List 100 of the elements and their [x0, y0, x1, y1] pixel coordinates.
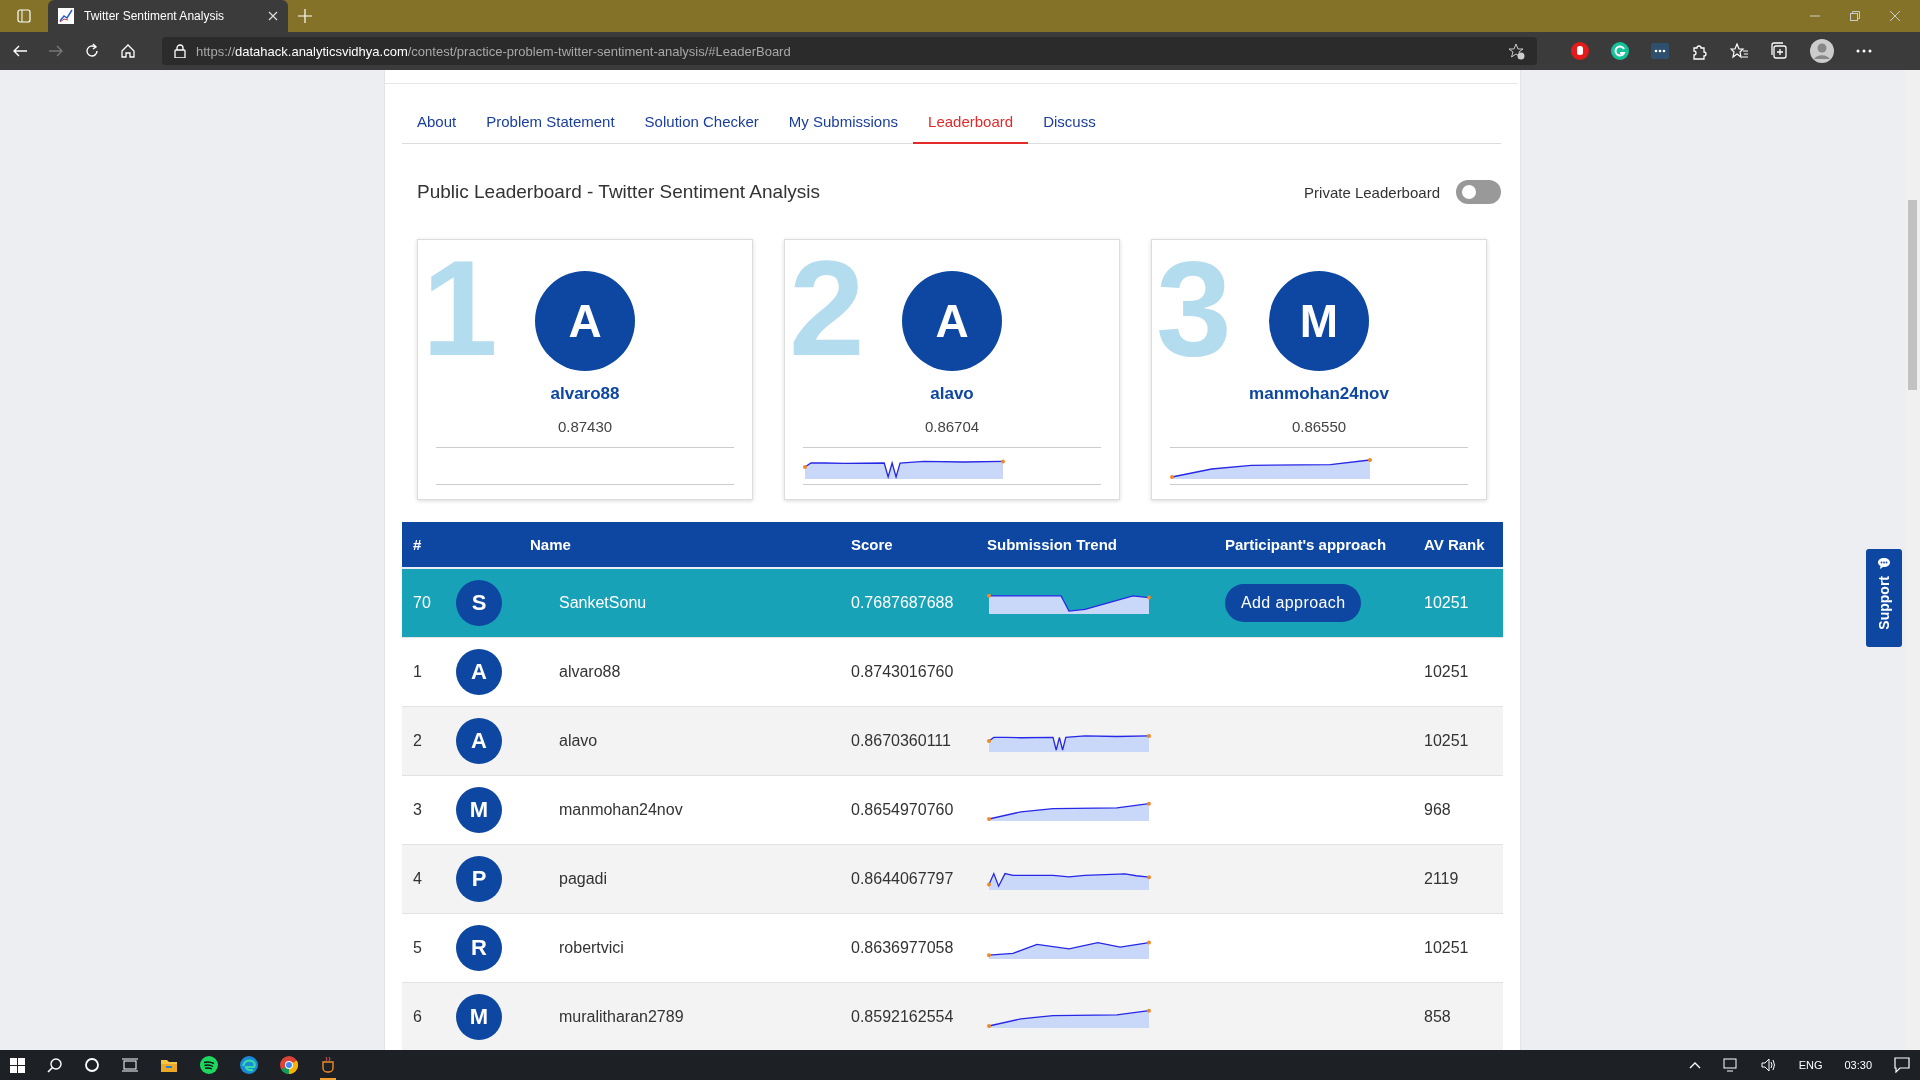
- score-cell-text: 0.8654970760: [851, 801, 955, 819]
- coffee-cup-icon[interactable]: [320, 1055, 336, 1073]
- refresh-icon[interactable]: [84, 43, 100, 59]
- av-rank-cell-text: 10251: [1424, 732, 1470, 750]
- restore-icon[interactable]: [1850, 11, 1860, 21]
- avatar: A: [902, 271, 1002, 371]
- network-icon[interactable]: [1722, 1057, 1739, 1073]
- chat-bubble-icon: [1877, 557, 1891, 570]
- chevron-up-icon[interactable]: [1688, 1060, 1701, 1070]
- rank-cell-text: 5: [412, 939, 423, 957]
- private-leaderboard-toggle[interactable]: [1456, 180, 1501, 204]
- avatar: P: [456, 856, 502, 902]
- place-number: 3: [1156, 234, 1232, 384]
- tab-title: Twitter Sentiment Analysis: [84, 9, 226, 23]
- folder-icon[interactable]: [160, 1057, 178, 1073]
- score-cell-text: 0.8644067797: [851, 870, 955, 888]
- participant-name[interactable]: muralitharan2789: [559, 1008, 851, 1026]
- rank-cell-text: 4: [412, 870, 423, 888]
- support-label: Support: [1876, 576, 1892, 630]
- avatar: S: [456, 580, 502, 626]
- nav-tab[interactable]: Problem Statement: [471, 100, 630, 144]
- nav-tab[interactable]: My Submissions: [773, 100, 914, 144]
- column-header: Participant's approach: [1225, 536, 1388, 553]
- column-header: #: [412, 536, 423, 553]
- url-text: https://datahack.analyticsvidhya.com/contest/practice-problem-twitter-sentiment-analysis/#LeaderBoard: [196, 43, 792, 59]
- avatar: M: [456, 994, 502, 1040]
- back-icon[interactable]: [12, 43, 28, 59]
- score-cell-text: 0.8592162554: [851, 1008, 955, 1026]
- participant-name[interactable]: manmohan24nov: [559, 801, 851, 819]
- tab-actions-icon[interactable]: [17, 9, 31, 23]
- speaker-icon[interactable]: [1760, 1057, 1777, 1073]
- participant-name[interactable]: robertvici: [559, 939, 851, 957]
- participant-name[interactable]: alavo: [559, 732, 851, 750]
- column-header: Score: [851, 536, 894, 553]
- av-rank-cell-text: 10251: [1424, 594, 1470, 612]
- participant-name[interactable]: manmohan24nov: [1249, 384, 1389, 404]
- chrome-browser-icon[interactable]: [280, 1056, 298, 1074]
- avatar: M: [1269, 271, 1369, 371]
- rank-cell-text: 2: [412, 732, 423, 750]
- rank-cell-text: 6: [412, 1008, 423, 1026]
- nav-tab[interactable]: Leaderboard: [913, 100, 1029, 144]
- participant-name[interactable]: alavo: [930, 384, 974, 404]
- home-icon[interactable]: [120, 43, 136, 59]
- add-favorite-icon[interactable]: [1508, 42, 1525, 60]
- support-tab[interactable]: Support: [1866, 549, 1902, 647]
- place-number: 1: [422, 234, 498, 384]
- score: 0.87430: [557, 418, 613, 435]
- av-rank-cell-text: 2119: [1424, 870, 1460, 888]
- browser-tab[interactable]: Twitter Sentiment Analysis: [48, 0, 288, 32]
- column-header: AV Rank: [1424, 536, 1486, 553]
- column-header: Submission Trend: [987, 536, 1119, 553]
- lock-icon: [174, 44, 186, 58]
- leaderboard-title: Public Leaderboard - Twitter Sentiment Analysis: [417, 181, 822, 203]
- avatar: A: [456, 649, 502, 695]
- column-header: Name: [529, 536, 572, 553]
- nav-tab[interactable]: Discuss: [1028, 100, 1111, 144]
- av-rank-cell-text: 968: [1424, 801, 1452, 819]
- notification-icon[interactable]: [1894, 1057, 1910, 1073]
- forward-icon[interactable]: [48, 43, 64, 59]
- search-icon[interactable]: [47, 1057, 62, 1073]
- score-cell-text: 0.7687687688: [851, 594, 955, 612]
- nav-tab[interactable]: About: [402, 100, 472, 144]
- rank-cell-text: 70: [412, 594, 432, 612]
- av-rank-cell-text: 10251: [1424, 663, 1470, 681]
- avatar: A: [535, 271, 635, 371]
- address-bar[interactable]: https://datahack.analyticsvidhya.com/contest/practice-problem-twitter-sentiment-analysis/#LeaderBoard: [162, 37, 1537, 65]
- rank-cell-text: 1: [412, 663, 423, 681]
- chart-icon: [58, 8, 74, 24]
- participant-name[interactable]: alvaro88: [550, 384, 620, 404]
- g-circle-icon[interactable]: [1611, 42, 1629, 60]
- score: 0.86550: [1291, 418, 1347, 435]
- avatar: A: [456, 718, 502, 764]
- av-rank-cell-text: 858: [1424, 1008, 1452, 1026]
- rank-cell-text: 3: [412, 801, 423, 819]
- add-approach-button[interactable]: Add approach: [1225, 584, 1362, 622]
- dots-icon[interactable]: [1651, 43, 1669, 59]
- favorites-icon[interactable]: [1730, 43, 1748, 59]
- av-rank-cell-text: 10251: [1424, 939, 1470, 957]
- score-cell-text: 0.8636977058: [851, 939, 955, 957]
- language-indicator[interactable]: ENG: [1798, 1059, 1823, 1071]
- music-app-icon[interactable]: [200, 1056, 218, 1074]
- puzzle-icon[interactable]: [1691, 42, 1708, 60]
- edge-browser-icon[interactable]: [240, 1056, 258, 1074]
- windows-icon[interactable]: [10, 1057, 25, 1073]
- collections-icon[interactable]: [1770, 42, 1788, 60]
- new-tab-icon[interactable]: [298, 9, 312, 23]
- score: 0.86704: [924, 418, 980, 435]
- participant-name[interactable]: alvaro88: [559, 663, 851, 681]
- toggle-label: Private Leaderboard: [1304, 183, 1440, 201]
- scrollbar[interactable]: [1905, 70, 1920, 1050]
- avatar-icon[interactable]: [1810, 39, 1834, 63]
- place-number: 2: [789, 234, 865, 384]
- participant-name[interactable]: pagadi: [559, 870, 851, 888]
- nav-tab[interactable]: Solution Checker: [629, 100, 774, 144]
- score-cell-text: 0.8670360111: [851, 732, 952, 750]
- close-icon[interactable]: [268, 11, 278, 21]
- circle-icon[interactable]: [84, 1057, 100, 1073]
- clock[interactable]: 03:30: [1844, 1059, 1872, 1071]
- more-icon[interactable]: [1856, 49, 1872, 53]
- task-view-icon[interactable]: [122, 1057, 138, 1073]
